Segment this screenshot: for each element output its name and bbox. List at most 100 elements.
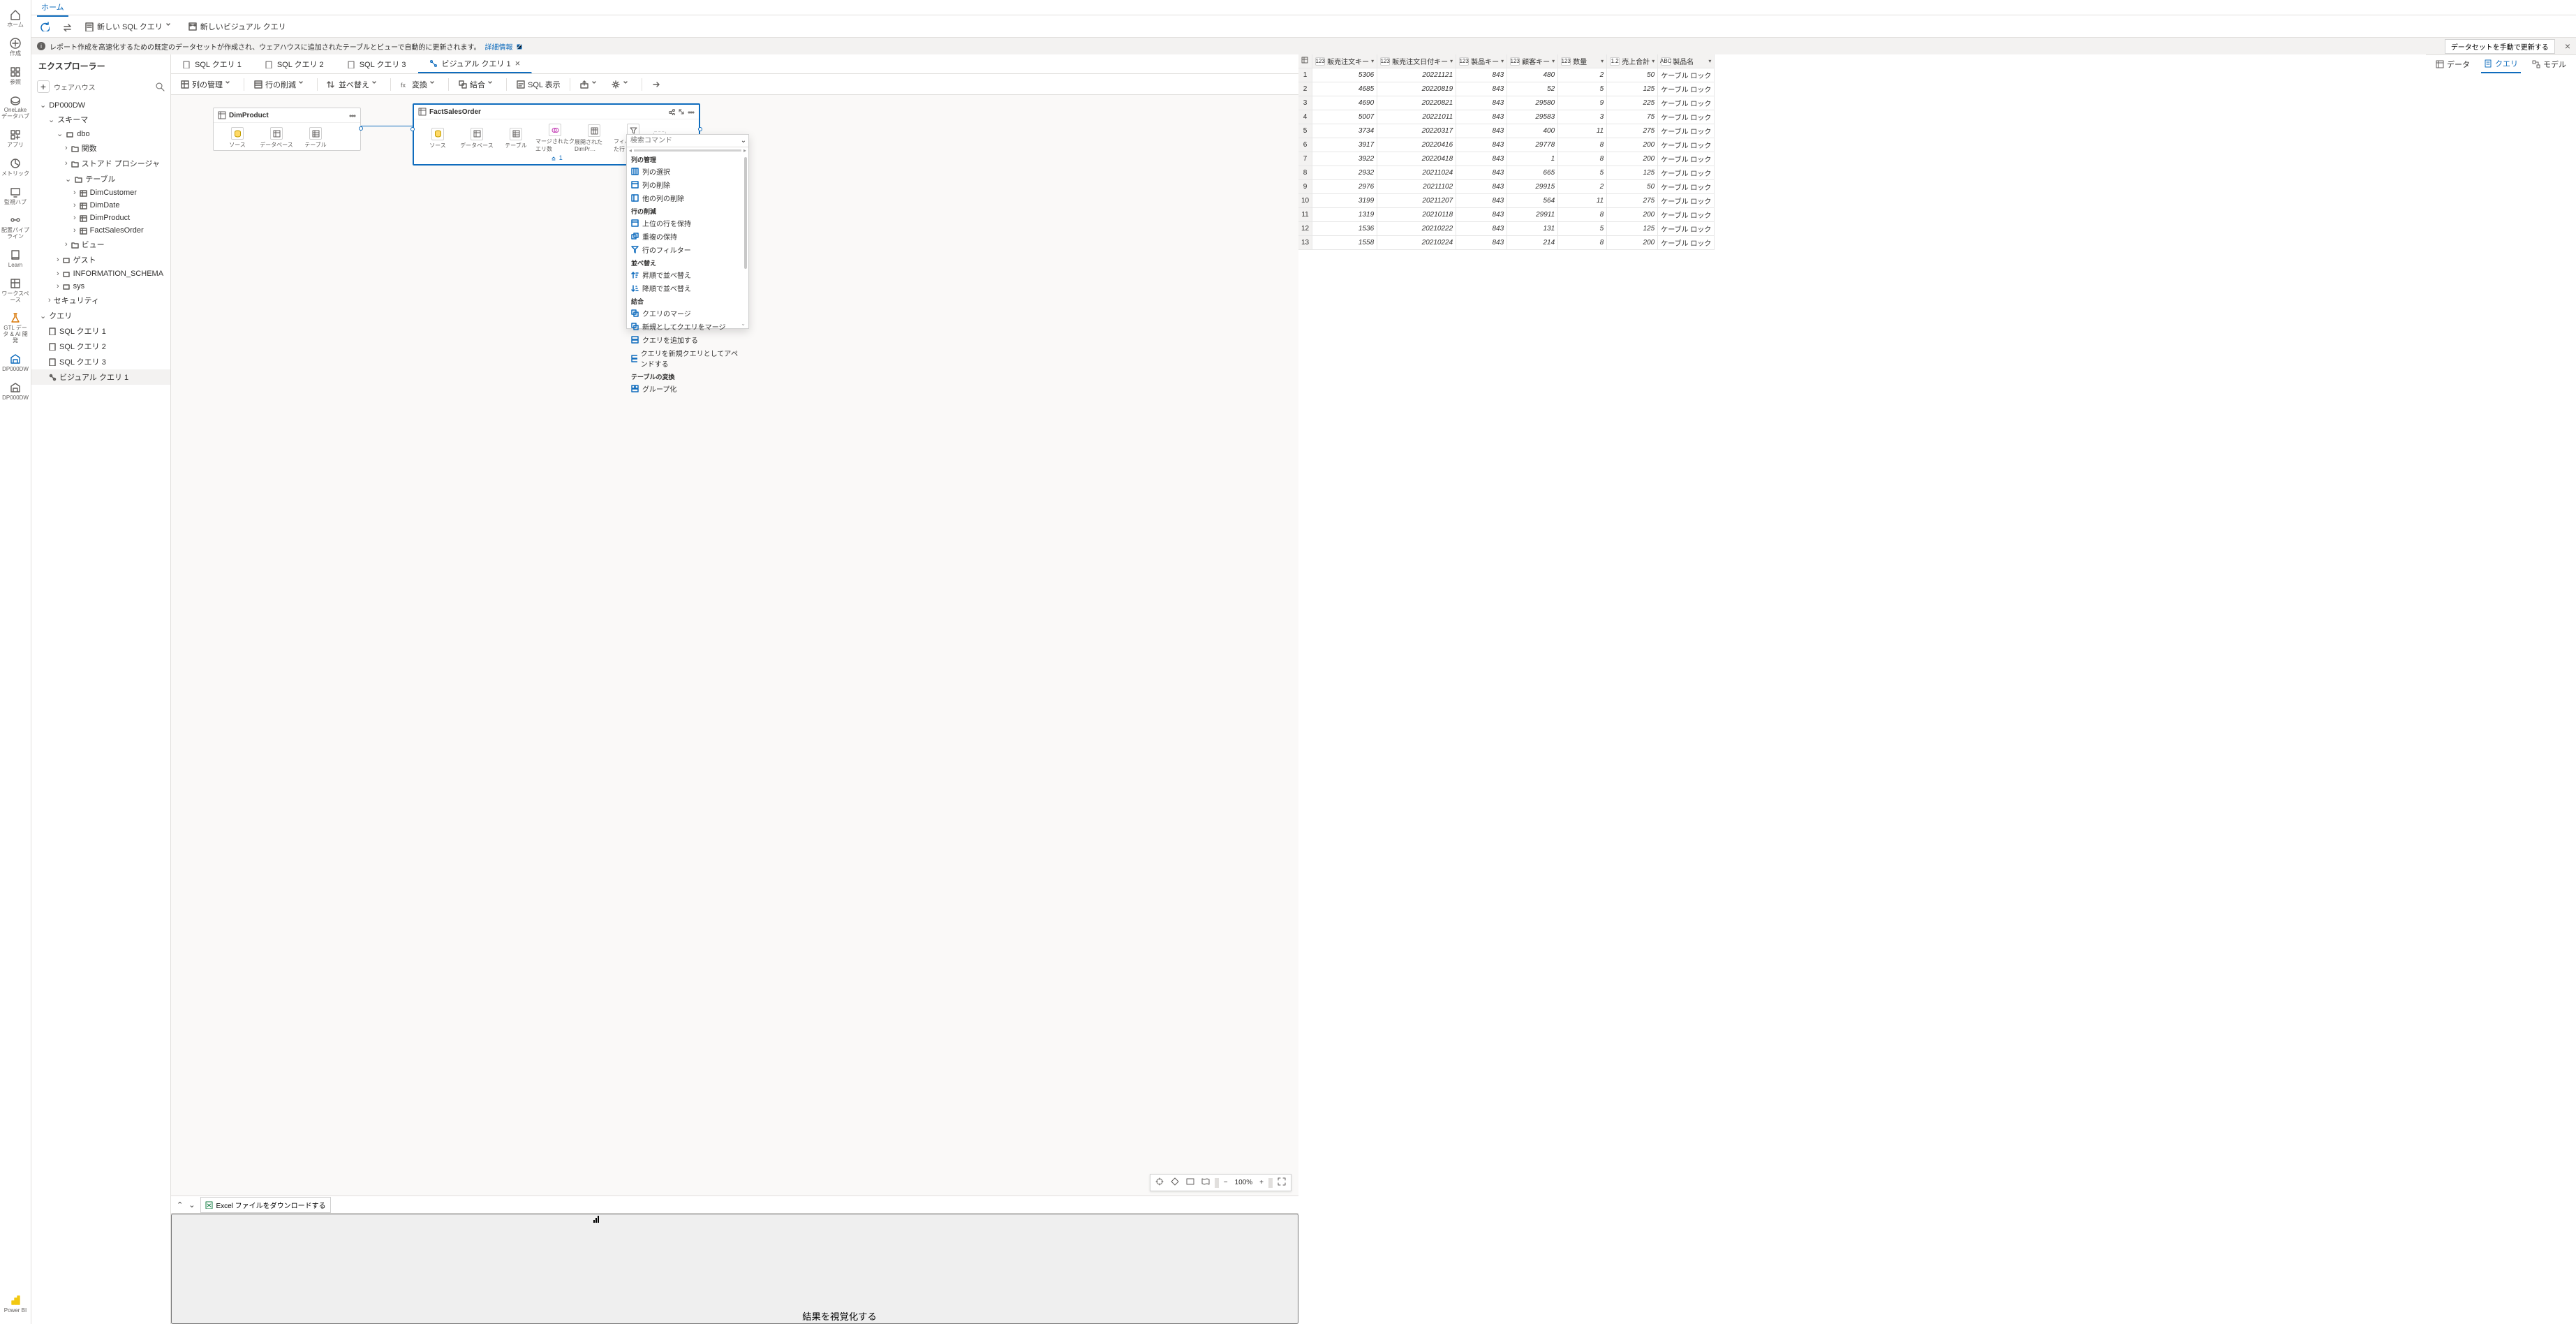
sort-button[interactable]: 並べ替え — [323, 77, 385, 92]
step-database[interactable]: データベース — [457, 128, 496, 149]
qtab-sql3[interactable]: SQL クエリ 3 — [336, 54, 418, 73]
ctx-sort-desc[interactable]: 降順で並べ替え — [627, 281, 743, 295]
cell[interactable]: 200 — [1607, 236, 1658, 250]
cell[interactable]: 214 — [1507, 236, 1558, 250]
sql-view-button[interactable]: SQL 表示 — [512, 77, 564, 92]
tree-table-dimdate[interactable]: DimDate — [31, 199, 170, 212]
ctx-scrollbar[interactable] — [744, 157, 747, 269]
rail-lab[interactable]: GTL データ & AI 開発 — [0, 307, 31, 348]
cell[interactable]: 843 — [1456, 68, 1507, 82]
cell[interactable]: 75 — [1607, 110, 1658, 124]
cell[interactable]: ケーブル ロック — [1658, 194, 1715, 208]
cell[interactable]: 20220317 — [1377, 124, 1456, 138]
table-row[interactable]: 929762021110284329915250ケーブル ロック — [1298, 180, 1715, 194]
add-warehouse-button[interactable]: + — [37, 80, 50, 93]
cell[interactable]: 843 — [1456, 82, 1507, 96]
cell[interactable]: 50 — [1607, 180, 1658, 194]
rail-onelake[interactable]: OneLake データハブ — [0, 89, 31, 124]
download-excel-button[interactable]: Excel ファイルをダウンロードする — [200, 1197, 330, 1213]
qtab-sql2[interactable]: SQL クエリ 2 — [253, 54, 336, 73]
cell[interactable]: 50 — [1607, 68, 1658, 82]
cell[interactable]: 3922 — [1312, 152, 1377, 166]
table-row[interactable]: 3469020220821843295809225ケーブル ロック — [1298, 96, 1715, 110]
new-visual-button[interactable]: 新しいビジュアル クエリ — [185, 19, 289, 34]
cell[interactable]: 2 — [1558, 68, 1607, 82]
btab-query[interactable]: クエリ — [2481, 55, 2521, 73]
cell[interactable]: 20210222 — [1377, 222, 1456, 236]
rail-dw-2[interactable]: DP000DW — [0, 377, 31, 406]
settings-button[interactable] — [607, 78, 636, 91]
manage-columns-button[interactable]: 列の管理 — [177, 77, 238, 92]
cell[interactable]: 20220416 — [1377, 138, 1456, 152]
transform-button[interactable]: fx変換 — [397, 77, 443, 92]
cell[interactable]: 5 — [1558, 82, 1607, 96]
cell[interactable]: 3734 — [1312, 124, 1377, 138]
cell[interactable]: 843 — [1456, 152, 1507, 166]
collapse-icon[interactable] — [678, 108, 685, 115]
rail-create[interactable]: 作成 — [0, 33, 31, 61]
ctx-groupby[interactable]: グループ化 — [627, 382, 743, 395]
cell[interactable]: 8 — [1558, 208, 1607, 222]
cell[interactable]: 564 — [1507, 194, 1558, 208]
ctx-merge[interactable]: クエリのマージ — [627, 307, 743, 320]
diagram-node-dimproduct[interactable]: DimProduct ソース データベース テーブル — [213, 108, 361, 151]
sync-button[interactable] — [59, 20, 75, 34]
zoom-fullscreen[interactable] — [1275, 1176, 1288, 1189]
rail-metrics[interactable]: メトリック — [0, 153, 31, 182]
tree-query-1[interactable]: SQL クエリ 1 — [31, 323, 170, 339]
cell[interactable]: 52 — [1507, 82, 1558, 96]
cell[interactable]: ケーブル ロック — [1658, 180, 1715, 194]
cell[interactable]: ケーブル ロック — [1658, 96, 1715, 110]
cell[interactable]: 2976 — [1312, 180, 1377, 194]
cell[interactable]: 11 — [1558, 124, 1607, 138]
tree-query-3[interactable]: SQL クエリ 3 — [31, 354, 170, 369]
cell[interactable]: 5007 — [1312, 110, 1377, 124]
cell[interactable]: 20210118 — [1377, 208, 1456, 222]
cell[interactable]: 20220418 — [1377, 152, 1456, 166]
cell[interactable]: 843 — [1456, 222, 1507, 236]
cell[interactable]: 843 — [1456, 194, 1507, 208]
cell[interactable]: 8 — [1558, 236, 1607, 250]
rail-monitor[interactable]: 監視ハブ — [0, 182, 31, 210]
ctx-remove-other-columns[interactable]: 他の列の削除 — [627, 191, 743, 205]
tree-tables[interactable]: テーブル — [31, 171, 170, 186]
ctx-append-new[interactable]: クエリを新規クエリとしてアペンドする — [627, 346, 743, 370]
column-header[interactable]: 123数量▾ — [1558, 54, 1607, 68]
zoom-map[interactable] — [1199, 1176, 1212, 1189]
table-row[interactable]: 82932202110248436655125ケーブル ロック — [1298, 166, 1715, 180]
cell[interactable]: 8 — [1558, 152, 1607, 166]
step-merge[interactable]: マージされたクエリ数 — [535, 124, 575, 153]
cell[interactable]: 225 — [1607, 96, 1658, 110]
cell[interactable]: 29911 — [1507, 208, 1558, 222]
tree-views[interactable]: ビュー — [31, 237, 170, 252]
column-header[interactable]: 123販売注文日付キー▾ — [1377, 54, 1456, 68]
cell[interactable]: 3199 — [1312, 194, 1377, 208]
table-row[interactable]: 131558202102248432148200ケーブル ロック — [1298, 236, 1715, 250]
ctx-append[interactable]: クエリを追加する — [627, 333, 743, 346]
visualize-button[interactable]: 結果を視覚化する — [171, 1214, 1298, 1324]
ctx-keep-top[interactable]: 上位の行を保持 — [627, 216, 743, 230]
cell[interactable]: ケーブル ロック — [1658, 166, 1715, 180]
column-header[interactable]: 1.2売上合計▾ — [1607, 54, 1658, 68]
table-row[interactable]: 121536202102228431315125ケーブル ロック — [1298, 222, 1715, 236]
rail-learn[interactable]: Learn — [0, 244, 31, 273]
cell[interactable]: 200 — [1607, 152, 1658, 166]
cell[interactable]: 11 — [1558, 194, 1607, 208]
cell[interactable]: 2932 — [1312, 166, 1377, 180]
tab-home[interactable]: ホーム — [37, 0, 68, 17]
table-row[interactable]: 450072022101184329583375ケーブル ロック — [1298, 110, 1715, 124]
ctx-select-columns[interactable]: 列の選択 — [627, 165, 743, 178]
new-sql-button[interactable]: 新しい SQL クエリ — [82, 19, 178, 34]
step-expand[interactable]: 展開された DimPr… — [575, 124, 614, 152]
tree-schema[interactable]: スキーマ — [31, 112, 170, 127]
cell[interactable]: 9 — [1558, 96, 1607, 110]
cell[interactable]: 843 — [1456, 110, 1507, 124]
manual-refresh-button[interactable]: データセットを手動で更新する — [2445, 39, 2555, 54]
tree-security[interactable]: セキュリティ — [31, 293, 170, 308]
rail-home[interactable]: ホーム — [0, 4, 31, 33]
column-header[interactable]: ABC製品名▾ — [1658, 54, 1715, 68]
zoom-nav[interactable] — [1169, 1176, 1181, 1189]
rail-workspace[interactable]: ワークスペース — [0, 273, 31, 308]
tree-queries[interactable]: クエリ — [31, 308, 170, 323]
cell[interactable]: 5 — [1558, 222, 1607, 236]
